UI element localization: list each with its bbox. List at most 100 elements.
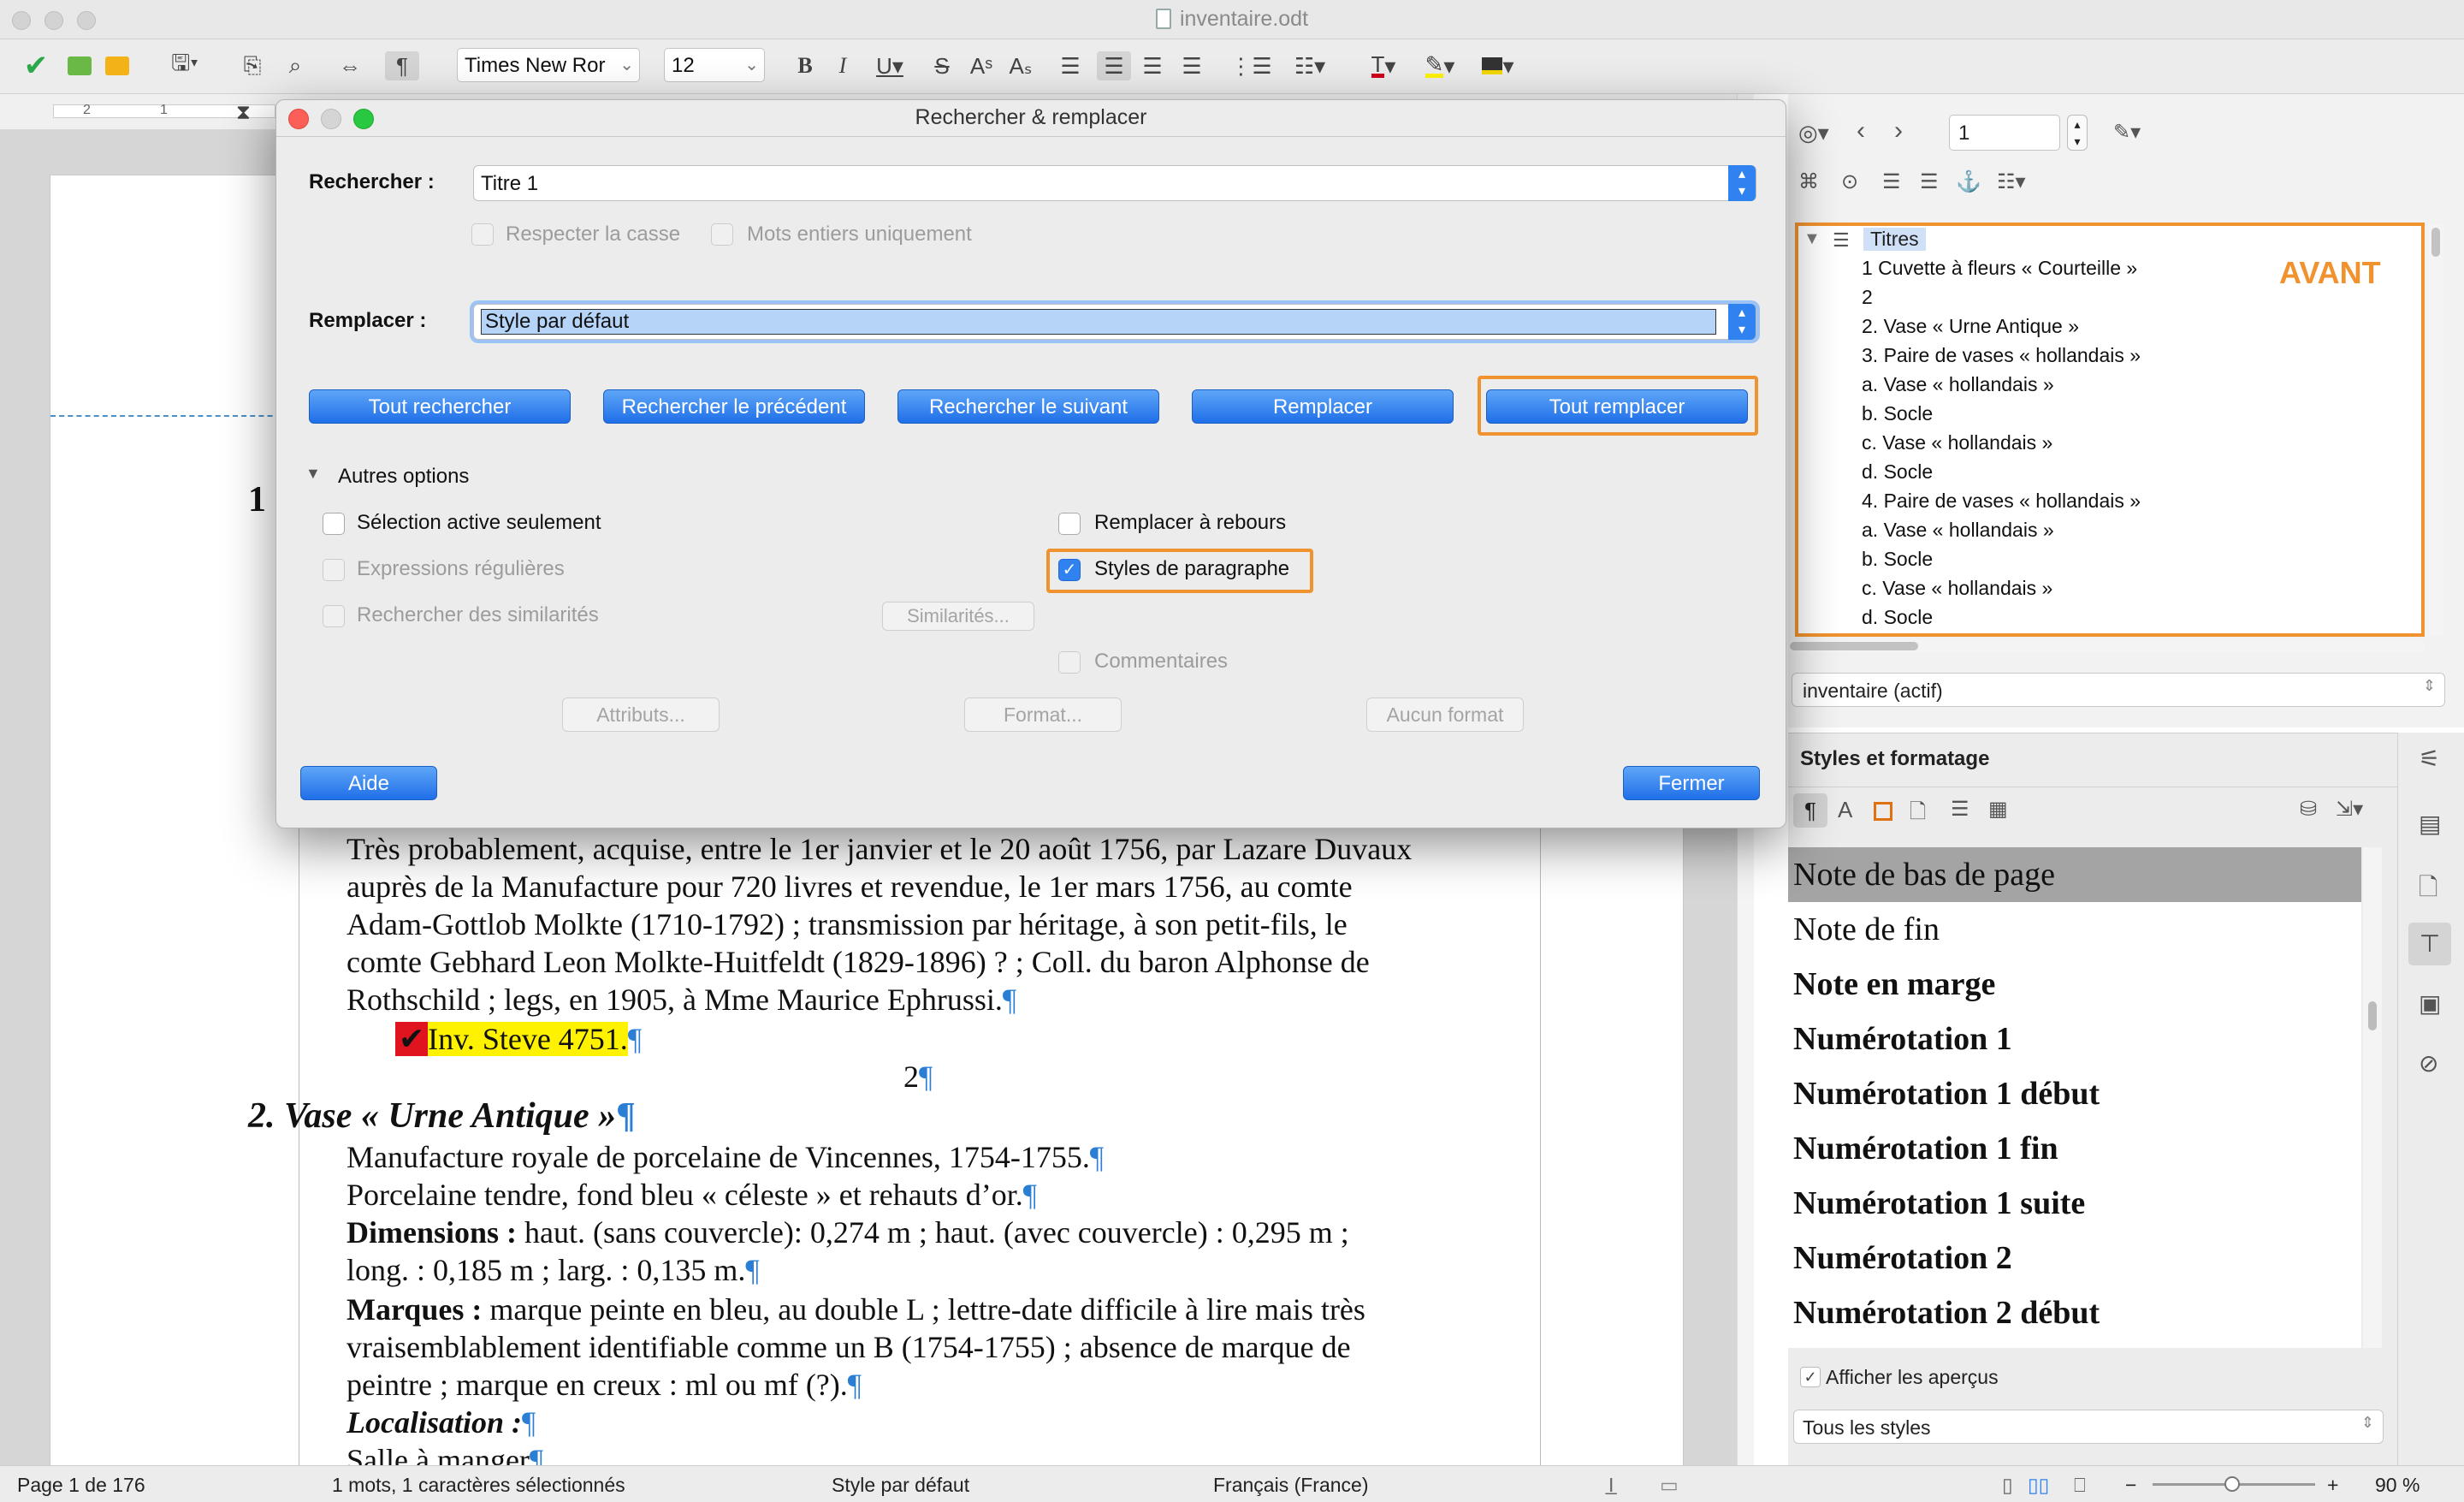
font-name-select[interactable]: Times New Ror ⌄ — [457, 48, 640, 82]
heading-2[interactable]: 2. Vase « Urne Antique »¶ — [248, 1095, 636, 1137]
single-page-view-icon[interactable]: ▯ — [2002, 1474, 2013, 1497]
nav-item[interactable]: b. Socle — [1862, 402, 1933, 425]
match-case-checkbox[interactable] — [471, 223, 494, 246]
doc-line[interactable]: auprès de la Manufacture pour 720 livres… — [346, 868, 1493, 905]
multi-page-view-icon[interactable]: ▯▯ — [2028, 1474, 2049, 1497]
style-filter-select[interactable]: Tous les styles ⇕ — [1793, 1410, 2384, 1444]
align-center-icon[interactable]: ☰ — [1097, 51, 1131, 80]
checkmark-icon[interactable]: ✔ — [21, 50, 51, 82]
style-item[interactable]: Note en marge — [1793, 965, 1995, 1003]
replace-button[interactable]: Remplacer — [1192, 389, 1454, 424]
page-count[interactable]: Page 1 de 176 — [17, 1474, 145, 1497]
doc-line[interactable]: Rothschild ; legs, en 1905, à Mme Mauric… — [346, 981, 1016, 1018]
nav-item[interactable]: a. Vase « hollandais » — [1862, 373, 2054, 396]
format-button[interactable]: Format... — [964, 698, 1122, 732]
paragraph-style-status[interactable]: Style par défaut — [832, 1474, 969, 1497]
search-field[interactable]: Titre 1 ▴ ▾ — [473, 165, 1756, 201]
nav-item[interactable]: b. Socle — [1862, 548, 1933, 571]
style-item[interactable]: Note de fin — [1793, 911, 1940, 948]
similarities-button[interactable]: Similarités... — [882, 602, 1034, 631]
background-color-icon[interactable]: ▾ — [1475, 51, 1521, 80]
save-icon[interactable]: 🖫▾ — [168, 50, 202, 80]
style-item[interactable]: Numérotation 1 début — [1793, 1075, 2100, 1113]
font-color-icon[interactable]: T ▾ — [1360, 51, 1407, 80]
save-status-icon[interactable]: ▭ — [1660, 1474, 1679, 1497]
style-item[interactable]: Numérotation 1 — [1793, 1020, 2012, 1058]
style-item[interactable]: Numérotation 1 fin — [1793, 1130, 2058, 1167]
book-view-icon[interactable]: ⎕ — [2074, 1474, 2086, 1497]
close-button[interactable]: Fermer — [1623, 766, 1760, 800]
show-previews-checkbox[interactable]: ✓ — [1800, 1367, 1821, 1387]
styles-icon[interactable]: ⊤ — [2408, 923, 2451, 965]
page-icon[interactable]: ▤ — [2419, 810, 2441, 838]
comments-checkbox[interactable] — [1058, 651, 1081, 674]
doc-line[interactable]: vraisemblablement identifiable comme un … — [346, 1328, 1493, 1366]
nav-item[interactable]: 2 — [1862, 286, 1873, 309]
word-count[interactable]: 1 mots, 1 caractères sélectionnés — [332, 1474, 625, 1497]
new-style-icon[interactable]: ⇲▾ — [2336, 797, 2363, 822]
language-status[interactable]: Français (France) — [1213, 1474, 1368, 1497]
nav-item[interactable]: a. Vase « hollandais » — [1862, 519, 2054, 542]
marques-line[interactable]: Marques : marque peinte en bleu, au doub… — [346, 1291, 1365, 1328]
link-icon[interactable]: ⇔ — [337, 51, 363, 80]
replace-backwards-checkbox[interactable] — [1058, 513, 1081, 535]
align-left-icon[interactable]: ☰ — [1057, 51, 1083, 80]
doc-line[interactable]: comte Gebhard Leon Molkte-Huitfeldt (182… — [346, 943, 1493, 981]
find-all-button[interactable]: Tout rechercher — [309, 389, 571, 424]
list-icon[interactable]: ☰ — [1882, 169, 1901, 194]
navigator-tree[interactable]: ▼ ☰ Titres 1 Cuvette à fleurs « Courteil… — [1795, 223, 2425, 637]
strikethrough-icon[interactable]: S — [929, 51, 955, 80]
nav-item[interactable]: d. Socle — [1862, 460, 1933, 484]
bold-icon[interactable]: B — [792, 51, 818, 80]
zoom-level[interactable]: 90 % — [2375, 1474, 2420, 1497]
current-selection-checkbox[interactable] — [323, 513, 345, 535]
style-item[interactable]: Numérotation 2 — [1793, 1239, 2012, 1277]
doc-line[interactable]: Manufacture royale de porcelaine de Vinc… — [346, 1138, 1104, 1176]
navigate-by-icon[interactable]: ◎▾ — [1798, 120, 1829, 146]
heading-levels-icon[interactable]: ☷▾ — [1997, 169, 2026, 194]
doc-line[interactable]: long. : 0,185 m ; larg. : 0,135 m.¶ — [346, 1251, 760, 1289]
italic-icon[interactable]: I — [830, 51, 856, 80]
list-icon[interactable]: ☰ — [1920, 169, 1939, 194]
chevron-updown-icon[interactable]: ▴ ▾ — [1728, 165, 1756, 201]
document-select[interactable]: inventaire (actif) ⇕ — [1792, 673, 2445, 707]
navigator-scrollbar[interactable] — [2428, 224, 2443, 635]
page-number-line[interactable]: 2¶ — [903, 1058, 933, 1095]
chevron-updown-icon[interactable]: ▴ ▾ — [1728, 304, 1756, 340]
anchor-icon[interactable]: ⚓ — [1956, 169, 1981, 194]
attributes-button[interactable]: Attributs... — [562, 698, 720, 732]
page-number-input[interactable]: 1 — [1949, 115, 2060, 151]
indent-marker-icon[interactable]: ⧗ — [236, 101, 251, 125]
fill-format-icon[interactable]: ⛁ — [2300, 797, 2317, 822]
style-list-scrollbar[interactable] — [2363, 847, 2382, 1348]
toggle-icon[interactable]: ⌘ — [1798, 169, 1819, 194]
insert-mode-icon[interactable]: I̲ — [1608, 1474, 1614, 1497]
orange-stack-icon[interactable] — [103, 51, 132, 80]
page-styles-icon[interactable]: 🗋 — [1910, 797, 1926, 832]
drag-mode-icon[interactable]: ✎▾ — [2113, 120, 2141, 145]
align-right-icon[interactable]: ☰ — [1140, 51, 1165, 80]
nav-item[interactable]: c. Vase « hollandais » — [1862, 577, 2052, 600]
style-item[interactable]: Numérotation 2 début — [1793, 1294, 2100, 1332]
navigator-hscrollbar[interactable] — [1788, 640, 2425, 652]
nav-item[interactable]: c. Vase « hollandais » — [1862, 431, 2052, 454]
highlight-color-icon[interactable]: ✎ ▾ — [1417, 51, 1463, 80]
style-item[interactable]: Numérotation 1 suite — [1793, 1184, 2085, 1222]
whole-words-checkbox[interactable] — [711, 223, 733, 246]
nav-item[interactable]: 2. Vase « Urne Antique » — [1862, 315, 2079, 338]
green-stack-icon[interactable] — [65, 51, 94, 80]
expand-triangle-icon[interactable]: ▼ — [1804, 229, 1821, 249]
doc-line[interactable]: Porcelaine tendre, fond bleu « céleste »… — [346, 1176, 1037, 1214]
nav-item[interactable]: 4. Paire de vases « hollandais » — [1862, 490, 2141, 513]
other-options-label[interactable]: Autres options — [338, 465, 469, 489]
page-stepper[interactable]: ▴ ▾ — [2067, 115, 2088, 151]
help-button[interactable]: Aide — [300, 766, 437, 800]
find-previous-button[interactable]: Rechercher le précédent — [603, 389, 865, 424]
nav-item[interactable]: 1 Cuvette à fleurs « Courteille » — [1862, 257, 2137, 280]
doc-line[interactable]: Adam-Gottlob Molkte (1710-1792) ; transm… — [346, 905, 1493, 943]
justify-icon[interactable]: ☰ — [1179, 51, 1205, 80]
superscript-icon[interactable]: Aˢ — [967, 51, 996, 80]
attachment-icon[interactable]: ⊙ — [1841, 169, 1858, 194]
font-size-select[interactable]: 12 ⌄ — [664, 48, 765, 82]
zoom-in-icon[interactable]: + — [2327, 1474, 2338, 1497]
